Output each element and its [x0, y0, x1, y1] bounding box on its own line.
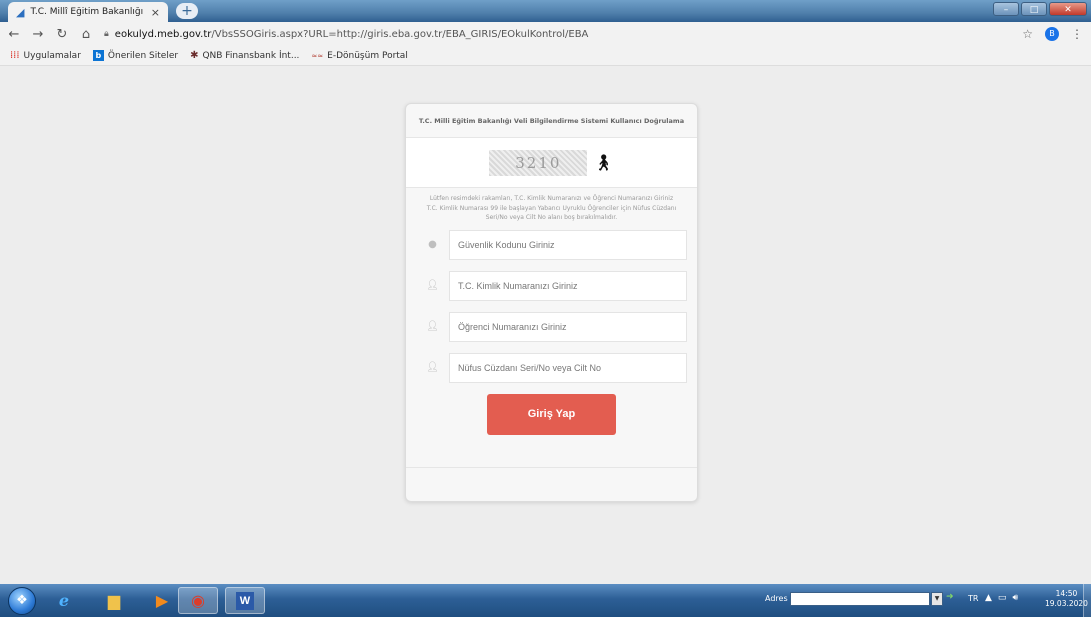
address-toolbar-input[interactable] — [790, 592, 930, 606]
captcha-image: 3210 — [489, 149, 588, 176]
lock-icon[interactable]: 🔒︎ — [104, 29, 109, 39]
apps-grid-icon: ⁞⁞⁞ — [10, 50, 20, 61]
show-desktop-button[interactable] — [1083, 584, 1091, 617]
url-host: eokulyd.meb.gov.tr — [114, 28, 212, 40]
network-icon[interactable]: ▭ — [998, 593, 1007, 603]
student-no-field: 👤︎ — [416, 311, 687, 342]
bookmark-star-icon[interactable]: ☆ — [1022, 27, 1033, 41]
instructions: Lütfen resimdeki rakamları, T.C. Kimlik … — [406, 188, 697, 223]
internet-explorer-icon[interactable]: e — [44, 587, 84, 614]
language-indicator[interactable]: TR — [968, 594, 978, 603]
word-app-button[interactable]: W — [225, 587, 265, 614]
bookmark-label: Uygulamalar — [23, 50, 81, 61]
info-icon: ● — [428, 239, 437, 250]
browser-toolbar: ← → ↻ ⌂ 🔒︎ eokulyd.meb.gov.tr/VbsSSOGiri… — [0, 22, 1091, 46]
id-card-input[interactable] — [449, 352, 687, 383]
edonusum-icon: ≈≈ — [311, 51, 324, 60]
student-no-input[interactable] — [449, 311, 687, 342]
close-window-button[interactable]: ✕ — [1049, 2, 1087, 16]
user-icon: 👤︎ — [426, 362, 439, 373]
start-button[interactable]: ❖ — [8, 587, 36, 615]
bookmark-label: E-Dönüşüm Portal — [327, 50, 408, 61]
security-code-field: ● — [416, 229, 687, 260]
new-tab-button[interactable]: + — [176, 3, 198, 19]
home-icon[interactable]: ⌂ — [80, 27, 92, 42]
chrome-icon[interactable]: ◉ — [178, 587, 218, 614]
file-explorer-icon[interactable]: ▆ — [94, 587, 134, 614]
clock[interactable]: 14:50 19.03.2020 — [1045, 589, 1088, 609]
window-controls: – □ ✕ — [993, 2, 1087, 16]
url-path: /VbsSSOGiris.aspx?URL=http://giris.eba.g… — [211, 28, 589, 40]
clock-date: 19.03.2020 — [1045, 599, 1088, 608]
card-header: T.C. Milli Eğitim Bakanlığı Veli Bilgile… — [406, 104, 697, 138]
forward-icon[interactable]: → — [32, 27, 44, 42]
word-icon: W — [236, 591, 254, 610]
minimize-button[interactable]: – — [993, 2, 1019, 16]
qnb-icon: ✱ — [190, 50, 199, 61]
login-button[interactable]: Giriş Yap — [487, 393, 616, 435]
kebab-menu-icon[interactable]: ⋮ — [1071, 27, 1083, 41]
system-tray: ▲ ▭ 🔊︎ — [985, 593, 1018, 603]
id-card-field: 👤︎ — [416, 352, 687, 383]
user-icon: 👤︎ — [426, 321, 439, 332]
bookmark-qnb[interactable]: ✱ QNB Finansbank İnt... — [190, 50, 299, 61]
tab-title: T.C. Millî Eğitim Bakanlığı — [30, 7, 144, 17]
accessibility-audio-icon[interactable]: 🚶︎ — [593, 153, 613, 172]
bookmark-edonusum[interactable]: ≈≈ E-Dönüşüm Portal — [311, 51, 407, 61]
volume-icon[interactable]: 🔊︎ — [1012, 593, 1018, 603]
address-dropdown-icon[interactable]: ▼ — [931, 592, 943, 606]
tc-id-input[interactable] — [449, 270, 687, 301]
back-icon[interactable]: ← — [8, 27, 20, 42]
tc-id-field: 👤︎ — [416, 270, 687, 301]
windows-taskbar: ❖ e ▆ ▶ ◉ W Adres ▼ ➜ TR ▲ ▭ 🔊︎ 14:50 19… — [0, 584, 1091, 617]
bookmarks-bar: ⁞⁞⁞ Uygulamalar b Önerilen Siteler ✱ QNB… — [0, 46, 1091, 66]
media-player-icon[interactable]: ▶ — [142, 587, 182, 614]
bing-icon: b — [92, 50, 104, 61]
security-code-input[interactable] — [449, 229, 687, 260]
reload-icon[interactable]: ↻ — [56, 27, 68, 42]
url-text: eokulyd.meb.gov.tr/VbsSSOGiris.aspx?URL=… — [115, 29, 589, 40]
captcha-row: 3210 🚶︎ — [406, 138, 697, 188]
login-fields: ● 👤︎ 👤︎ 👤︎ — [406, 229, 697, 383]
bookmark-suggested-sites[interactable]: b Önerilen Siteler — [92, 50, 179, 61]
bookmark-label: QNB Finansbank İnt... — [202, 50, 300, 61]
card-footer — [406, 467, 697, 501]
tab-close-icon[interactable]: × — [151, 6, 160, 19]
clock-time: 14:50 — [1055, 589, 1078, 598]
address-go-icon[interactable]: ➜ — [946, 592, 954, 602]
profile-avatar[interactable]: B — [1045, 27, 1059, 41]
browser-tab[interactable]: ◢ T.C. Millî Eğitim Bakanlığı × — [8, 2, 168, 22]
instructions-line-1: Lütfen resimdeki rakamları, T.C. Kimlik … — [429, 195, 674, 202]
login-card: T.C. Milli Eğitim Bakanlığı Veli Bilgile… — [405, 103, 698, 502]
address-bar[interactable]: 🔒︎ eokulyd.meb.gov.tr/VbsSSOGiris.aspx?U… — [104, 25, 1010, 43]
window-title-bar: ◢ T.C. Millî Eğitim Bakanlığı × + – □ ✕ — [0, 0, 1091, 22]
tray-up-arrow-icon[interactable]: ▲ — [985, 593, 992, 603]
instructions-line-2: T.C. Kimlik Numarası 99 ile başlayan Yab… — [426, 204, 677, 222]
meb-favicon-icon: ◢ — [16, 5, 25, 19]
bookmark-label: Önerilen Siteler — [107, 50, 179, 61]
bookmark-apps[interactable]: ⁞⁞⁞ Uygulamalar — [10, 50, 81, 61]
address-toolbar-label: Adres — [765, 594, 788, 603]
maximize-button[interactable]: □ — [1021, 2, 1047, 16]
user-icon: 👤︎ — [426, 280, 439, 291]
